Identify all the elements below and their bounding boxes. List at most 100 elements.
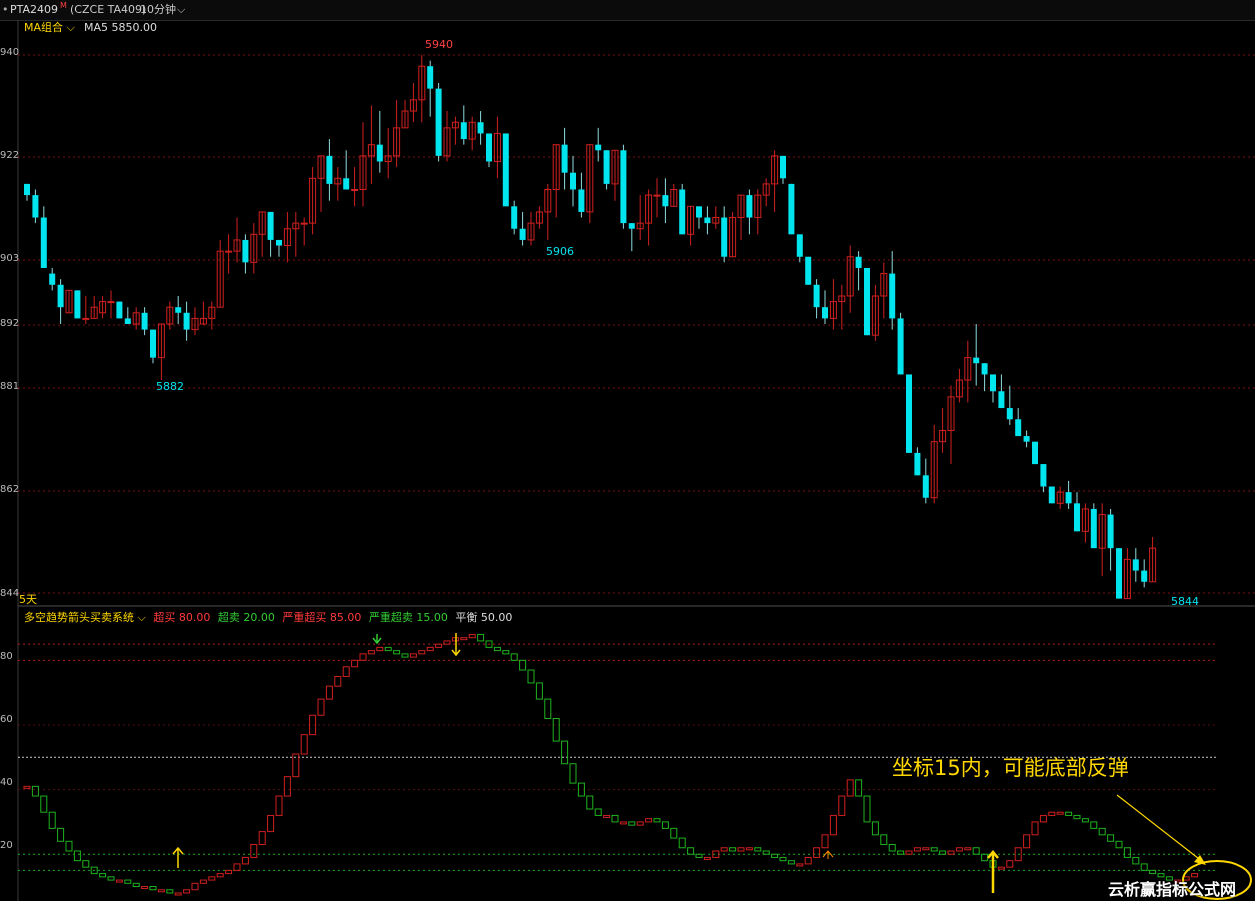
osc-bar [426, 646, 434, 652]
osc-bar [1065, 811, 1073, 816]
param-value: 85.00 [329, 611, 362, 624]
candle-down [889, 273, 896, 319]
high-price-label: 5940 [425, 38, 453, 51]
candle-down [906, 374, 912, 453]
osc-bar [65, 840, 73, 852]
candle-down [679, 189, 686, 235]
osc-bar [376, 646, 384, 652]
ma-group-menu[interactable]: MA组合 ⌵ [24, 21, 75, 35]
y-axis-label: 862 [0, 484, 20, 495]
candle-down [435, 88, 442, 156]
osc-bar [863, 795, 871, 823]
osc-y-label: 40 [0, 777, 13, 788]
osc-bar [132, 882, 140, 888]
param-label: 严重超买 [282, 611, 327, 624]
candle-down [788, 183, 795, 235]
osc-bar [241, 856, 249, 865]
osc-bar [527, 669, 535, 684]
osc-bar [695, 853, 703, 858]
osc-bar [1081, 818, 1089, 823]
candle-down [519, 228, 526, 240]
candle-down [897, 318, 904, 375]
candle-down [570, 172, 576, 190]
osc-bar [947, 850, 955, 855]
osc-bar [384, 646, 392, 652]
candle-down [141, 312, 148, 330]
low-price-label: 5882 [156, 380, 184, 393]
osc-bar [250, 844, 258, 858]
candle-down [460, 122, 467, 140]
y-axis-label: 881 [0, 381, 20, 392]
osc-bar [317, 698, 325, 716]
param-label: 超买 [153, 611, 176, 624]
candle-down [183, 312, 190, 330]
param-value: 50.00 [480, 611, 513, 624]
osc-bar [334, 675, 342, 687]
osc-bar [544, 698, 552, 719]
osc-bar [821, 834, 829, 849]
candle-down [628, 223, 635, 229]
osc-bar [216, 873, 224, 878]
osc-bar [930, 847, 938, 852]
candle-down [595, 144, 602, 151]
candle-down [1107, 514, 1114, 549]
osc-bar [300, 734, 308, 755]
osc-bar [99, 873, 107, 878]
candle-down [511, 206, 518, 229]
candle-down [981, 363, 988, 375]
osc-bar [418, 650, 426, 655]
osc-y-label: 20 [0, 840, 13, 851]
param-label: 严重超卖 [368, 611, 413, 624]
osc-bar [1023, 834, 1031, 849]
indicator-name[interactable]: 多空趋势箭头买卖系统 [24, 611, 134, 624]
candle-down [1048, 486, 1055, 504]
osc-bar [157, 889, 165, 893]
candle-down [24, 183, 30, 196]
osc-bar [804, 856, 812, 865]
candle-up [351, 189, 359, 191]
osc-bar [502, 650, 510, 655]
osc-bar [351, 659, 359, 668]
osc-bar [636, 821, 644, 826]
osc-bar [905, 850, 913, 855]
chevron-down-icon[interactable]: ⌵ [134, 611, 149, 624]
osc-bar [619, 821, 627, 825]
osc-bar [880, 834, 888, 846]
candle-down [1040, 464, 1047, 487]
osc-bar [1056, 811, 1064, 815]
candle-down [805, 256, 812, 285]
osc-bar [107, 876, 115, 881]
osc-bar [510, 653, 518, 661]
chevron-down-icon: ⌵ [63, 21, 75, 34]
ma-readout: MA5 5850.00 [84, 21, 157, 34]
osc-bar [493, 646, 501, 652]
range-label: 5天 [19, 593, 37, 606]
osc-bar [1107, 834, 1115, 842]
osc-bar [603, 814, 611, 818]
osc-bar [124, 879, 132, 884]
candle-down [276, 239, 282, 246]
osc-bar [586, 795, 594, 810]
osc-bar [519, 659, 527, 671]
candle-down [822, 307, 828, 319]
osc-bar [939, 850, 947, 855]
mid-price-label: 5906 [546, 245, 574, 258]
candle-down [57, 284, 64, 308]
y-axis-label: 922 [0, 150, 20, 161]
osc-bar [913, 847, 921, 852]
osc-bar [897, 850, 905, 855]
osc-bar [964, 847, 972, 851]
candle-down [603, 150, 610, 184]
osc-bar [191, 882, 199, 891]
candle-down [1132, 559, 1139, 571]
candle-down [1023, 436, 1030, 442]
candle-down [175, 307, 182, 313]
candle-down [922, 475, 929, 498]
osc-bar [468, 633, 476, 639]
candle-down [49, 273, 56, 285]
osc-bar [435, 643, 443, 648]
param-label: 超卖 [217, 611, 240, 624]
osc-bar [779, 856, 787, 862]
osc-bar [855, 779, 863, 797]
osc-bar [267, 814, 275, 833]
